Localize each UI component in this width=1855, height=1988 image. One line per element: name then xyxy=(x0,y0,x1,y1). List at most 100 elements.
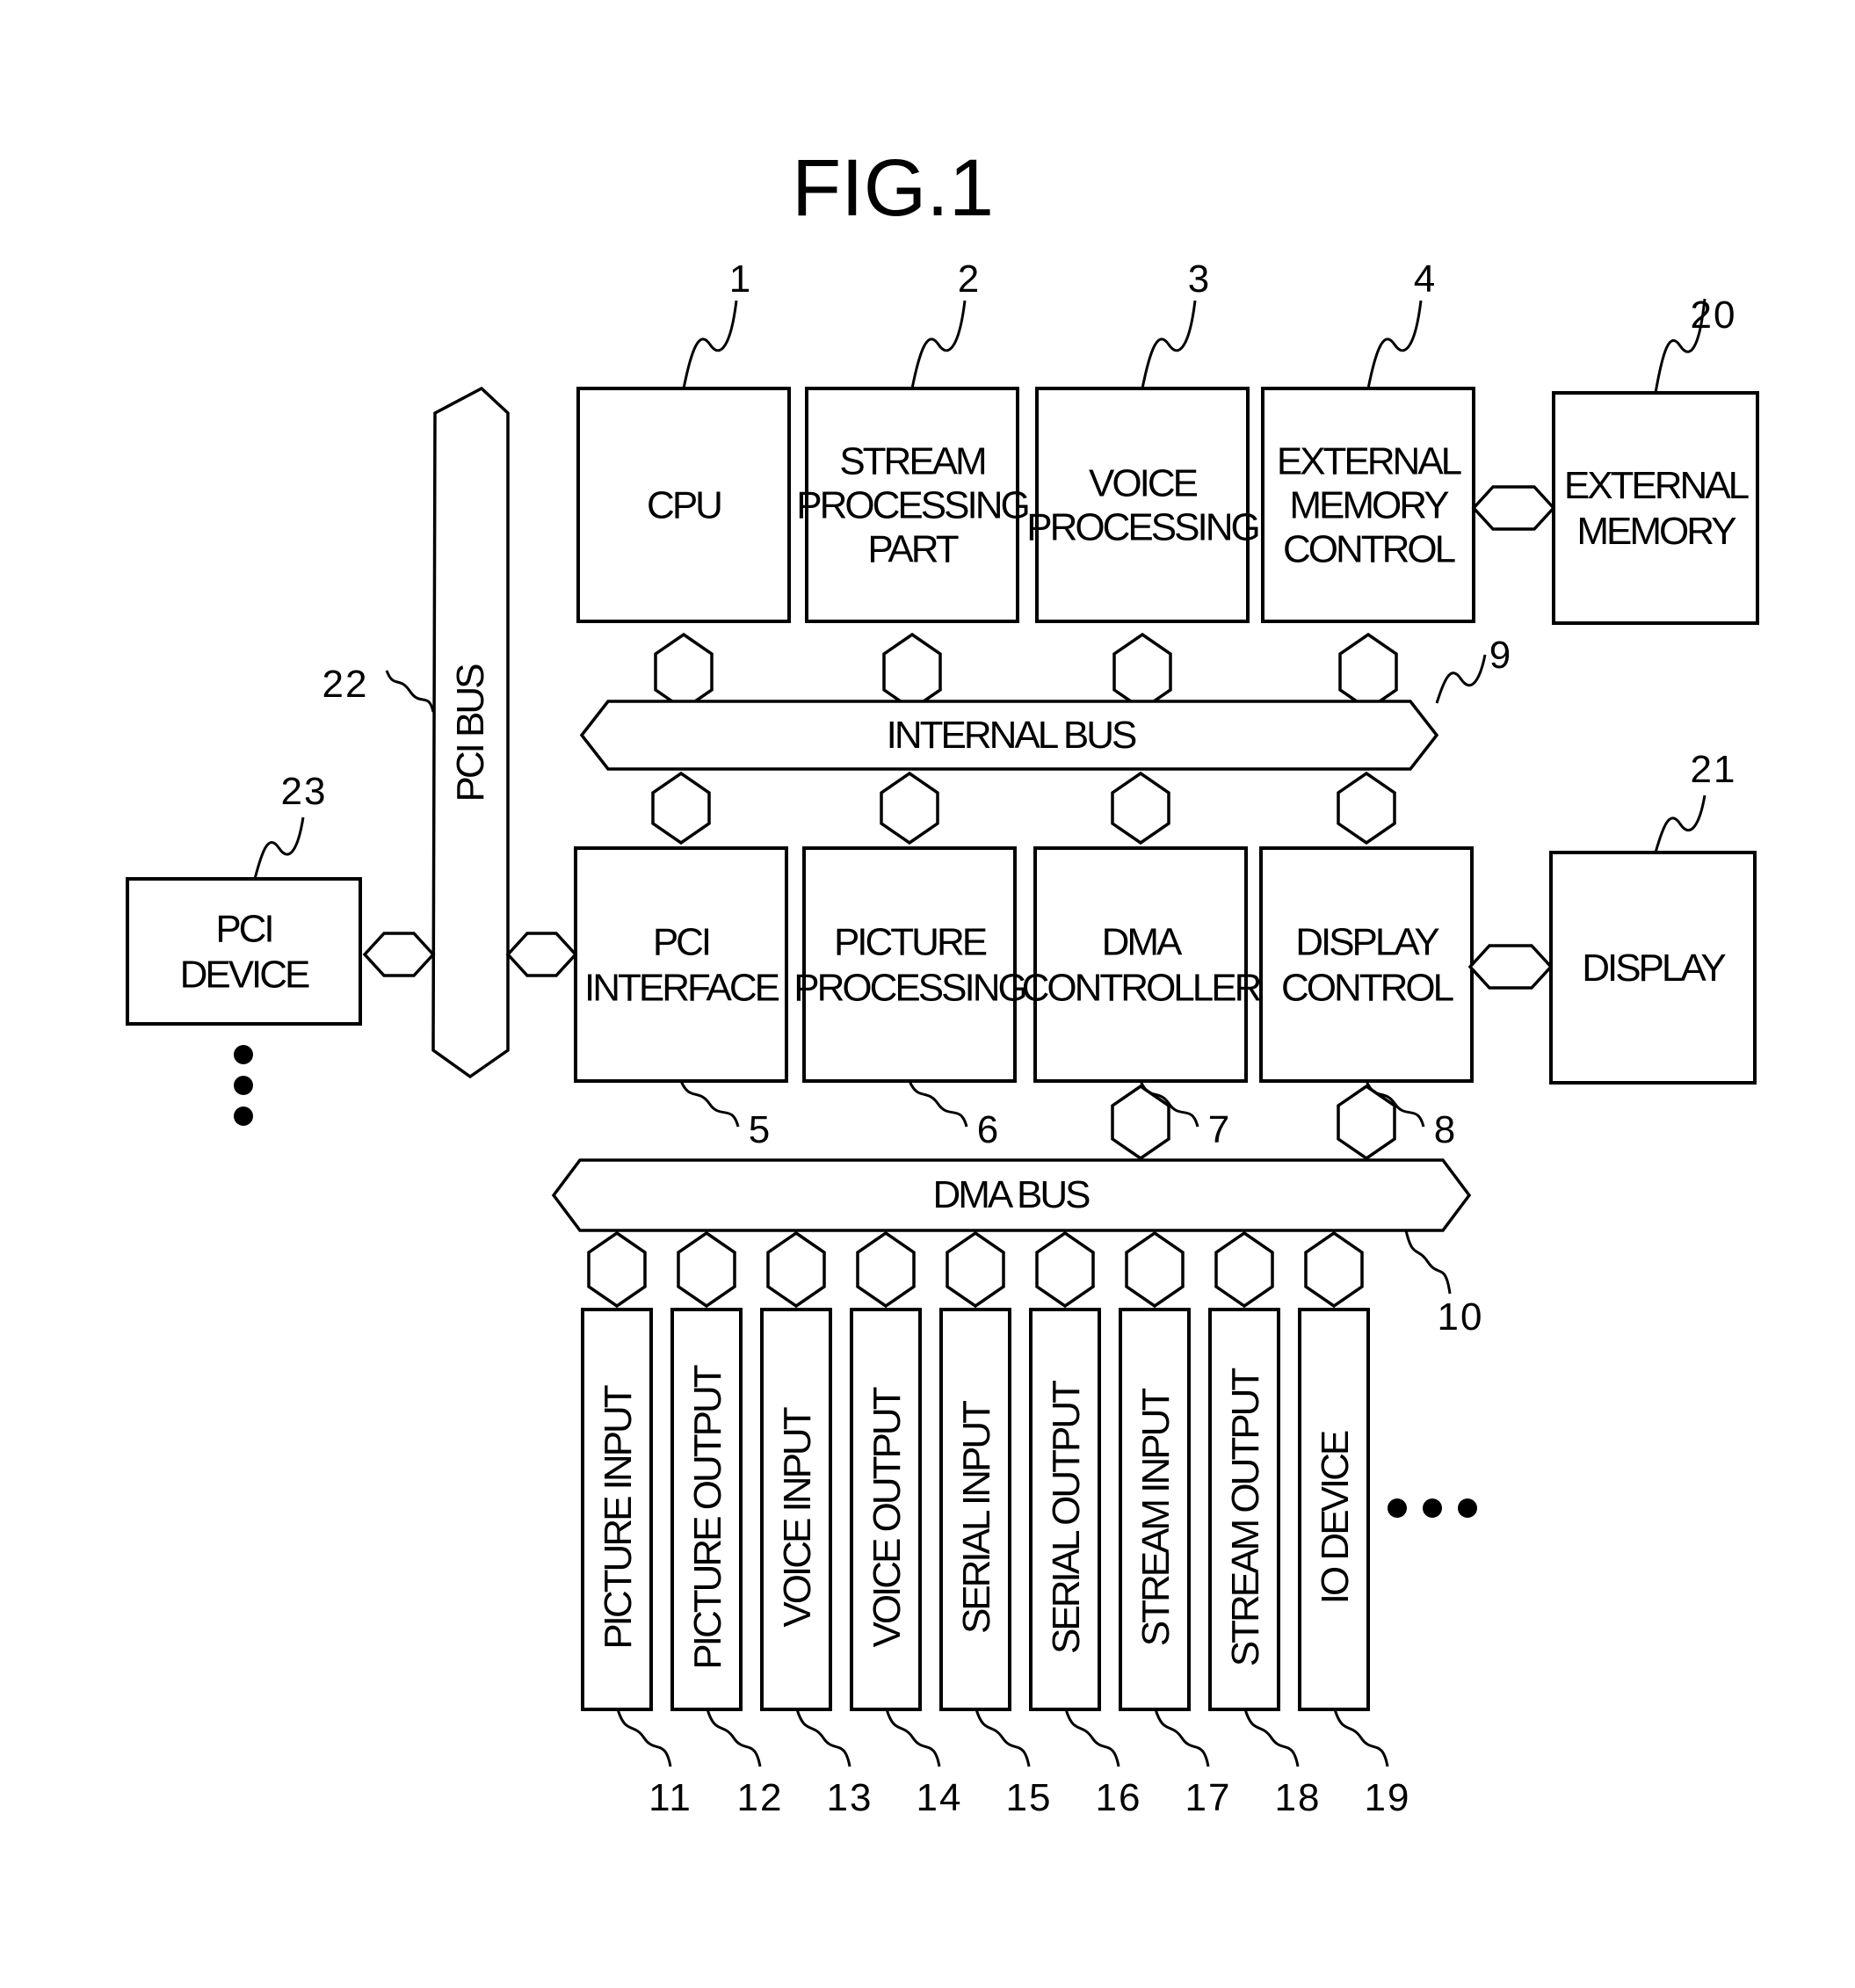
block-display: DISPLAY xyxy=(1549,851,1757,1085)
block-5-outline xyxy=(574,846,788,1083)
block-1-label: CPU xyxy=(647,484,721,527)
io-block-15: SERIAL INPUT xyxy=(939,1308,1011,1711)
leader-12 xyxy=(706,1709,762,1767)
block-6-label: PICTURE xyxy=(834,921,987,964)
io-continuation-dot xyxy=(1388,1498,1407,1518)
connector-internal-bus-6 xyxy=(880,771,939,845)
ref-23: 23 xyxy=(281,770,328,813)
leader-1 xyxy=(682,300,738,389)
connector-4-internal-bus xyxy=(1338,632,1398,712)
block-3: VOICEPROCESSING xyxy=(1026,387,1261,623)
connector-8-21 xyxy=(1467,944,1554,990)
connector-dma-bus-12 xyxy=(677,1230,736,1309)
connector-dma-bus-19 xyxy=(1304,1230,1364,1309)
pci-bus-label: PCI BUS xyxy=(449,664,492,802)
connector-dma-bus-13 xyxy=(766,1230,826,1309)
ref-6: 6 xyxy=(977,1108,1000,1151)
leader-4 xyxy=(1366,300,1423,389)
internal-bus-label: INTERNAL BUS xyxy=(887,714,1136,757)
io-block-label: VOICE OUTPUT xyxy=(866,1387,909,1647)
io-block-label: VOICE INPUT xyxy=(776,1407,819,1627)
block-8-label: CONTROL xyxy=(1281,967,1454,1010)
connector-dma-bus-15 xyxy=(946,1230,1005,1309)
io-block-12: PICTURE OUTPUT xyxy=(670,1308,743,1711)
block-pci-device-label: PCI xyxy=(215,908,272,951)
connector-dma-bus-16 xyxy=(1035,1230,1095,1309)
ref-5: 5 xyxy=(749,1108,772,1151)
block-external-memory-label: EXTERNAL xyxy=(1564,464,1750,507)
block-7: DMACONTROLLER xyxy=(1022,846,1264,1083)
block-2-label: STREAM xyxy=(839,440,985,483)
block-diagram: FIG.1 CPU1STREAMPROCESSINGPART2VOICEPROC… xyxy=(126,143,1759,1819)
block-4: EXTERNALMEMORYCONTROL xyxy=(1261,387,1475,623)
connector-1-internal-bus xyxy=(654,632,714,712)
leader-5 xyxy=(679,1080,740,1128)
leader-9 xyxy=(1435,654,1487,704)
pci-bus: PCI BUS xyxy=(431,386,510,1079)
connector-dma-bus-17 xyxy=(1125,1230,1185,1309)
ref-14: 14 xyxy=(917,1776,963,1819)
block-2-label: PROCESSING xyxy=(796,484,1027,527)
block-pci-device-outline xyxy=(126,877,362,1026)
block-2-label: PART xyxy=(867,528,958,571)
ref-17: 17 xyxy=(1185,1776,1232,1819)
io-continuation-dot xyxy=(1458,1498,1477,1518)
ref-1: 1 xyxy=(729,258,752,301)
block-7-label: DMA xyxy=(1102,921,1183,964)
io-block-16: SERIAL OUTPUT xyxy=(1029,1308,1101,1711)
pci-device-continuation-dot xyxy=(234,1076,253,1095)
io-block-18: STREAM OUTPUT xyxy=(1208,1308,1280,1711)
leader-3 xyxy=(1141,300,1197,389)
io-block-label: SERIAL INPUT xyxy=(955,1401,998,1634)
io-block-label: IO DEVICE xyxy=(1314,1431,1357,1604)
connector-pci-bus-5 xyxy=(505,932,578,977)
ref-9: 9 xyxy=(1489,634,1512,677)
io-block-label: SERIAL OUTPUT xyxy=(1045,1381,1088,1654)
ref-16: 16 xyxy=(1096,1776,1142,1819)
io-block-label: STREAM OUTPUT xyxy=(1224,1368,1267,1667)
connector-dma-bus-14 xyxy=(856,1230,916,1309)
block-pci-device-label: DEVICE xyxy=(180,954,309,997)
block-display-label: DISPLAY xyxy=(1582,947,1726,990)
io-block-11: PICTURE INPUT xyxy=(581,1308,653,1711)
leader-15 xyxy=(975,1709,1031,1767)
connector-2-internal-bus xyxy=(882,632,942,712)
ref-13: 13 xyxy=(827,1776,873,1819)
leader-11 xyxy=(616,1709,672,1767)
io-block-label: STREAM INPUT xyxy=(1134,1389,1177,1647)
block-pci-device: PCIDEVICE xyxy=(126,877,362,1026)
io-continuation-dot xyxy=(1423,1498,1442,1518)
ref-4: 4 xyxy=(1414,258,1437,301)
block-external-memory: EXTERNALMEMORY xyxy=(1552,391,1759,625)
block-external-memory-label: MEMORY xyxy=(1576,510,1736,553)
leader-21 xyxy=(1654,794,1706,853)
io-block-label: PICTURE INPUT xyxy=(597,1385,640,1649)
figure-title: FIG.1 xyxy=(792,143,994,233)
pci-device-continuation-dot xyxy=(234,1106,253,1126)
leader-14 xyxy=(885,1709,941,1767)
connector-3-internal-bus xyxy=(1112,632,1172,712)
ref-2: 2 xyxy=(958,258,981,301)
ref-7: 7 xyxy=(1208,1108,1231,1151)
leader-18 xyxy=(1243,1709,1300,1767)
pci-device-continuation-dot xyxy=(234,1045,253,1064)
leader-19 xyxy=(1333,1709,1389,1767)
block-6-label: PROCESSING xyxy=(793,967,1025,1010)
dma-bus-label: DMA BUS xyxy=(932,1173,1090,1216)
block-2: STREAMPROCESSINGPART xyxy=(796,387,1031,623)
ref-18: 18 xyxy=(1275,1776,1322,1819)
ref-8: 8 xyxy=(1434,1108,1457,1151)
leader-13 xyxy=(795,1709,851,1767)
leader-6 xyxy=(908,1080,968,1128)
block-6: PICTUREPROCESSING xyxy=(793,846,1028,1083)
leader-2 xyxy=(910,300,967,389)
connector-4-20 xyxy=(1471,485,1556,531)
io-block-label: PICTURE OUTPUT xyxy=(686,1365,729,1669)
block-4-label: CONTROL xyxy=(1283,528,1456,571)
block-4-label: MEMORY xyxy=(1289,484,1449,527)
block-8-label: DISPLAY xyxy=(1295,921,1439,964)
block-7-label: CONTROLLER xyxy=(1022,967,1261,1010)
block-5-label: INTERFACE xyxy=(584,967,779,1010)
connector-internal-bus-8 xyxy=(1337,771,1396,845)
ref-19: 19 xyxy=(1365,1776,1411,1819)
